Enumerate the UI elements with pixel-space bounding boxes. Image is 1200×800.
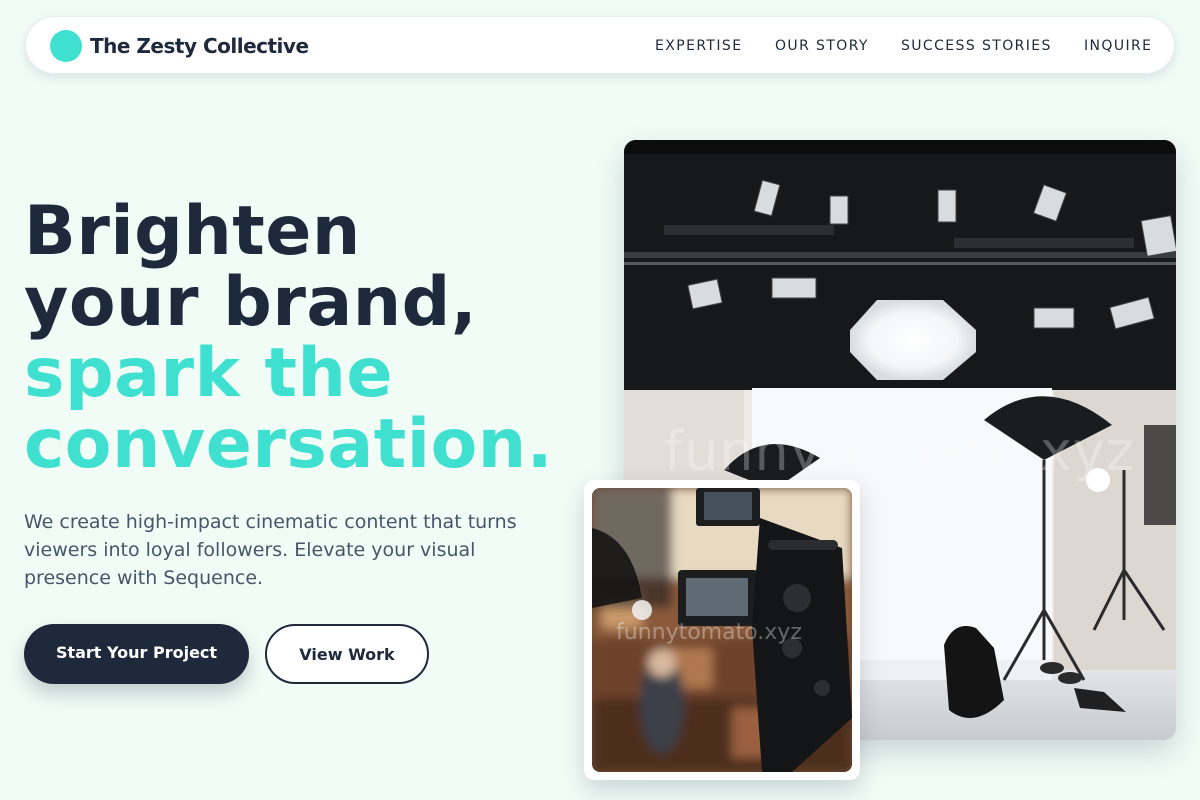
nav-link-inquire[interactable]: INQUIRE: [1084, 38, 1152, 54]
camera-rig-image-frame: funnytomato.xyz: [584, 480, 860, 780]
hero-headline: Brighten your brand, spark the conversat…: [24, 196, 624, 480]
main-image-watermark: funnytomato.xyz: [664, 420, 1136, 483]
headline-line-3: spark the: [24, 334, 394, 413]
nav-link-our-story[interactable]: OUR STORY: [775, 38, 869, 54]
camera-rig-image: funnytomato.xyz: [592, 488, 852, 772]
landing-page: The Zesty Collective EXPERTISE OUR STORY…: [0, 0, 1200, 800]
headline-line-2: your brand,: [24, 263, 478, 342]
nav-link-success-stories[interactable]: SUCCESS STORIES: [901, 38, 1052, 54]
view-work-button[interactable]: View Work: [265, 624, 429, 684]
secondary-image-watermark: funnytomato.xyz: [616, 620, 802, 645]
headline-line-1: Brighten: [24, 192, 361, 271]
start-project-button[interactable]: Start Your Project: [24, 624, 249, 684]
top-nav: The Zesty Collective EXPERTISE OUR STORY…: [25, 16, 1175, 74]
headline-line-4: conversation.: [24, 405, 554, 484]
hero-lead-text: We create high-impact cinematic content …: [24, 511, 517, 589]
nav-link-expertise[interactable]: EXPERTISE: [655, 38, 742, 54]
nav-links: EXPERTISE OUR STORY SUCCESS STORIES INQU…: [26, 38, 1174, 58]
